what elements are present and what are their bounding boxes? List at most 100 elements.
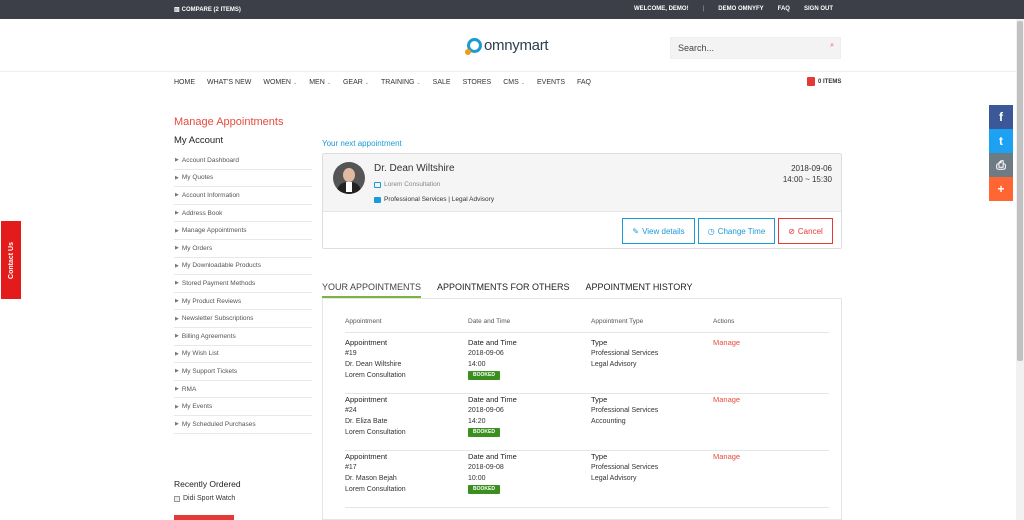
main-nav: HOME WHAT'S NEW WOMEN ⌄ MEN ⌄ GEAR ⌄ TRAINI… <box>174 79 603 86</box>
sidebar-item-rma[interactable]: ▶ RMA <box>174 381 312 399</box>
view-details-button[interactable]: ✎ View details <box>622 218 695 244</box>
sidebar-item-label: Manage Appointments <box>181 227 247 235</box>
print-icon[interactable]: ⎙ <box>989 153 1013 177</box>
recently-ordered-item[interactable]: Didi Sport Watch <box>174 495 235 502</box>
avatar-face <box>343 168 355 182</box>
nav-cms[interactable]: CMS ⌄ <box>503 79 525 86</box>
nav-gear[interactable]: GEAR ⌄ <box>343 79 369 86</box>
nav-events[interactable]: EVENTS <box>537 79 565 86</box>
sidebar-item-support-tickets[interactable]: ▶ My Support Tickets <box>174 363 312 381</box>
account-link[interactable]: DEMO OMNYFY <box>711 6 770 12</box>
nav-home[interactable]: HOME <box>174 79 195 86</box>
sidebar-item-label: My Quotes <box>181 174 214 182</box>
change-time-button[interactable]: ◷ Change Time <box>698 218 775 244</box>
sidebar-item-newsletter[interactable]: ▶ Newsletter Subscriptions <box>174 310 312 328</box>
appointment-datetime: 2018-09-06 14:00 ~ 15:30 <box>783 163 832 185</box>
sidebar-item-downloadable-products[interactable]: ▶ My Downloadable Products <box>174 258 312 276</box>
sidebar-item-manage-appointments[interactable]: ▶ Manage Appointments <box>174 222 312 240</box>
avatar-shirt <box>346 182 352 192</box>
sidebar-item-label: RMA <box>181 385 197 393</box>
nav-whats-new[interactable]: WHAT'S NEW <box>207 79 251 86</box>
shopping-bag-icon <box>807 77 815 86</box>
sidebar-item-label: Account Dashboard <box>181 156 239 164</box>
tab-appointments-for-others[interactable]: APPOINTMENTS FOR OTHERS <box>437 282 570 298</box>
cell-label: Appointment <box>345 338 388 347</box>
sidebar-item-my-events[interactable]: ▶ My Events <box>174 398 312 416</box>
appointment-date: 2018-09-06 <box>791 164 832 173</box>
scrollbar-thumb[interactable] <box>1017 21 1023 361</box>
nav-label: SALE <box>432 79 451 86</box>
twitter-icon[interactable]: t <box>989 129 1013 153</box>
actions-cell: Manage <box>713 337 740 348</box>
appointment-cell: Appointment #19 Dr. Dean Wiltshire Lorem… <box>345 337 406 381</box>
view-details-label: View details <box>642 226 685 236</box>
status-badge: BOOKED <box>468 371 500 380</box>
caret-right-icon: ▶ <box>175 403 179 410</box>
caret-right-icon: ▶ <box>175 210 179 217</box>
manage-link[interactable]: Manage <box>713 451 740 462</box>
checkbox[interactable] <box>174 495 180 502</box>
sidebar-item-product-reviews[interactable]: ▶ My Product Reviews <box>174 293 312 311</box>
nav-stores[interactable]: STORES <box>463 79 492 86</box>
appointment-time: 14:00 ~ 15:30 <box>782 175 832 184</box>
time: 14:00 <box>468 361 486 368</box>
tab-your-appointments[interactable]: YOUR APPOINTMENTS <box>322 282 422 298</box>
mini-cart[interactable]: 0 ITEMS <box>807 77 841 86</box>
add-to-cart-button[interactable] <box>174 515 234 520</box>
consultation: Lorem Consultation <box>345 486 406 493</box>
page-scrollbar[interactable] <box>1016 19 1024 520</box>
faq-link[interactable]: FAQ <box>771 6 797 12</box>
briefcase-icon <box>374 196 381 203</box>
nav-training[interactable]: TRAINING ⌄ <box>381 79 421 86</box>
doctor-name: Dr. Mason Bejah <box>345 475 397 482</box>
type-cell: Type Professional Services Legal Advisor… <box>591 451 658 484</box>
sidebar-item-my-orders[interactable]: ▶ My Orders <box>174 240 312 258</box>
sidebar-item-scheduled-purchases[interactable]: ▶ My Scheduled Purchases <box>174 416 312 434</box>
sidebar-item-billing-agreements[interactable]: ▶ Billing Agreements <box>174 328 312 346</box>
sidebar-item-label: My Scheduled Purchases <box>181 420 256 428</box>
site-logo[interactable]: omnymart <box>465 37 549 55</box>
sidebar-item-my-quotes[interactable]: ▶ My Quotes <box>174 170 312 188</box>
consultation-label: Lorem Consultation <box>384 181 441 188</box>
nav-sale[interactable]: SALE <box>433 79 451 86</box>
sidebar-item-account-dashboard[interactable]: ▶ Account Dashboard <box>174 152 312 170</box>
next-appointment-card: Dr. Dean Wiltshire Lorem Consultation Pr… <box>322 153 842 249</box>
nav-label: TRAINING <box>381 79 415 86</box>
page-title: Manage Appointments <box>174 116 284 128</box>
sidebar-item-account-information[interactable]: ▶ Account Information <box>174 187 312 205</box>
sign-out-link[interactable]: SIGN OUT <box>797 6 840 12</box>
divider: | <box>702 6 705 12</box>
type-primary: Professional Services <box>591 464 659 471</box>
sidebar-item-address-book[interactable]: ▶ Address Book <box>174 205 312 223</box>
search-input[interactable] <box>671 38 811 58</box>
cancel-button[interactable]: ⊘ Cancel <box>778 218 833 244</box>
plus-icon[interactable]: + <box>989 177 1013 201</box>
sidebar-item-stored-payment-methods[interactable]: ▶ Stored Payment Methods <box>174 275 312 293</box>
manage-link[interactable]: Manage <box>713 337 740 348</box>
nav-faq[interactable]: FAQ <box>577 79 591 86</box>
chevron-down-icon: ⌄ <box>364 80 369 86</box>
header-type: Appointment Type <box>591 318 644 325</box>
appointment-cell: Appointment #24 Dr. Eliza Bate Lorem Con… <box>345 394 406 438</box>
type-secondary: Legal Advisory <box>591 361 637 368</box>
tab-appointment-history[interactable]: APPOINTMENT HISTORY <box>586 282 693 298</box>
contact-us-tab[interactable]: Contact Us <box>1 221 21 299</box>
type-cell: Type Professional Services Accounting <box>591 394 658 427</box>
date: 2018-09-06 <box>468 350 504 357</box>
social-share-bar: f t ⎙ + <box>989 105 1013 201</box>
nav-women[interactable]: WOMEN ⌄ <box>263 79 297 86</box>
nav-men[interactable]: MEN ⌄ <box>309 79 331 86</box>
facebook-icon[interactable]: f <box>989 105 1013 129</box>
doctor-name: Dr. Dean Wiltshire <box>374 163 455 174</box>
sidebar-item-wish-list[interactable]: ▶ My Wish List <box>174 346 312 364</box>
date: 2018-09-06 <box>468 407 504 414</box>
cell-label: Appointment <box>345 395 388 404</box>
caret-right-icon: ▶ <box>175 350 179 357</box>
nav-label: CMS <box>503 79 519 86</box>
avatar <box>333 162 365 194</box>
manage-link[interactable]: Manage <box>713 394 740 405</box>
search-icon[interactable]: ⌕ <box>830 42 834 50</box>
appointment-tabs: YOUR APPOINTMENTS APPOINTMENTS FOR OTHER… <box>322 282 842 299</box>
pencil-icon: ✎ <box>632 226 640 236</box>
compare-link[interactable]: ▥ COMPARE (2 ITEMS) <box>174 6 241 14</box>
